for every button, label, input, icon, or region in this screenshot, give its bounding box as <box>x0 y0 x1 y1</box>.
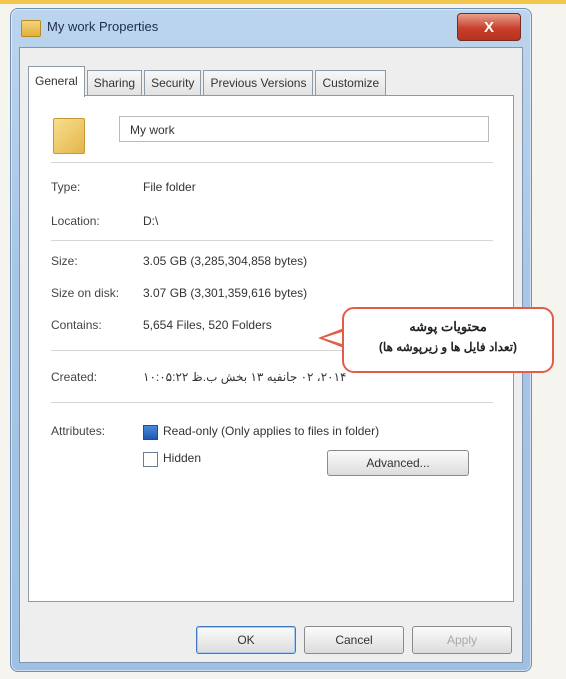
advanced-button[interactable]: Advanced... <box>327 450 469 476</box>
attributes-label: Attributes: <box>51 424 106 438</box>
type-label: Type: <box>51 180 81 194</box>
folder-name-input[interactable]: My work <box>119 116 489 142</box>
callout-subtitle: (تعداد فایل ها و زیرپوشه ها) <box>378 340 518 354</box>
ok-button[interactable]: OK <box>196 626 296 654</box>
folder-icon <box>21 20 41 37</box>
tab-sharing[interactable]: Sharing <box>86 70 143 95</box>
top-accent-line <box>0 0 566 4</box>
readonly-checkbox[interactable] <box>143 425 158 440</box>
hidden-label: Hidden <box>163 451 202 465</box>
contains-value: 5,654 Files, 520 Folders <box>143 318 272 332</box>
title-bar[interactable]: My work Properties X <box>11 9 531 47</box>
readonly-label: Read-only (Only applies to files in fold… <box>163 424 380 438</box>
size-value: 3.05 GB (3,285,304,858 bytes) <box>143 254 308 268</box>
tab-previous-versions[interactable]: Previous Versions <box>203 70 314 95</box>
size-label: Size: <box>51 254 78 268</box>
size-on-disk-value: 3.07 GB (3,301,359,616 bytes) <box>143 286 308 300</box>
tab-customize[interactable]: Customize <box>315 70 387 95</box>
divider <box>51 240 493 241</box>
large-folder-icon <box>53 118 85 154</box>
window-title: My work Properties <box>47 19 159 34</box>
type-value: File folder <box>143 180 196 194</box>
divider <box>51 162 493 163</box>
cancel-button[interactable]: Cancel <box>304 626 404 654</box>
contains-label: Contains: <box>51 318 102 332</box>
divider <box>51 402 493 403</box>
tab-general[interactable]: General <box>28 66 85 97</box>
created-value: ۲۰۱۴، ۰۲ جانفیه ۱۳ بخش ب.ظ ۱۰:۰۵:۲۲ <box>143 370 347 384</box>
size-on-disk-label: Size on disk: <box>51 286 120 300</box>
callout-title: محتویات پوشه <box>409 319 487 334</box>
close-button[interactable]: X <box>457 13 521 41</box>
location-label: Location: <box>51 214 100 228</box>
annotation-callout: محتویات پوشه (تعداد فایل ها و زیرپوشه ها… <box>342 307 554 373</box>
hidden-checkbox[interactable] <box>143 452 158 467</box>
apply-button[interactable]: Apply <box>412 626 512 654</box>
tab-strip: General Sharing Security Previous Versio… <box>28 66 388 97</box>
created-label: Created: <box>51 370 98 384</box>
tab-security[interactable]: Security <box>144 70 202 95</box>
location-value: D:\ <box>143 214 159 228</box>
